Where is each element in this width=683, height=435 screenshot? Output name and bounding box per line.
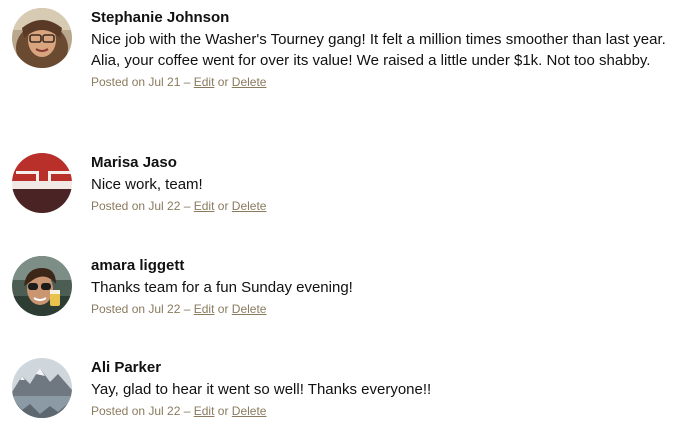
avatar[interactable] — [12, 153, 72, 213]
edit-link[interactable]: Edit — [194, 404, 215, 418]
or-separator: or — [217, 302, 229, 316]
delete-link[interactable]: Delete — [232, 404, 267, 418]
comment-meta: Posted on Jul 21 – Edit or Delete — [91, 74, 669, 90]
or-separator: or — [217, 75, 229, 89]
comment-body: Ali Parker Yay, glad to hear it went so … — [91, 358, 669, 419]
comment-text: Nice job with the Washer's Tourney gang!… — [91, 31, 666, 69]
comment-meta: Posted on Jul 22 – Edit or Delete — [91, 301, 669, 317]
comment-feed: Stephanie Johnson Nice job with the Wash… — [0, 0, 683, 435]
edit-link[interactable]: Edit — [194, 302, 215, 316]
avatar-photo — [12, 8, 72, 68]
avatar[interactable] — [12, 8, 72, 68]
avatar[interactable] — [12, 358, 72, 418]
comment-meta: Posted on Jul 22 – Edit or Delete — [91, 403, 669, 419]
comment-body: Marisa Jaso Nice work, team! Posted on J… — [91, 153, 669, 214]
posted-date: Posted on Jul 22 – — [91, 199, 191, 213]
comment-body: amara liggett Thanks team for a fun Sund… — [91, 256, 669, 317]
comment-body: Stephanie Johnson Nice job with the Wash… — [91, 8, 669, 90]
posted-date: Posted on Jul 21 – — [91, 75, 191, 89]
comment-meta: Posted on Jul 22 – Edit or Delete — [91, 198, 669, 214]
delete-link[interactable]: Delete — [232, 302, 267, 316]
delete-link[interactable]: Delete — [232, 199, 267, 213]
edit-link[interactable]: Edit — [194, 199, 215, 213]
edit-link[interactable]: Edit — [194, 75, 215, 89]
posted-date: Posted on Jul 22 – — [91, 302, 191, 316]
avatar-photo — [12, 256, 72, 316]
avatar[interactable] — [12, 256, 72, 316]
posted-date: Posted on Jul 22 – — [91, 404, 191, 418]
comment-text: Nice work, team! — [91, 176, 203, 193]
comment-text: Thanks team for a fun Sunday evening! — [91, 279, 353, 296]
or-separator: or — [217, 199, 229, 213]
or-separator: or — [217, 404, 229, 418]
comment-author[interactable]: Stephanie Johnson — [91, 8, 669, 28]
comment-text: Yay, glad to hear it went so well! Thank… — [91, 381, 432, 398]
comment-author[interactable]: Marisa Jaso — [91, 153, 669, 173]
avatar-photo — [12, 358, 72, 418]
avatar-photo — [12, 153, 72, 213]
comment-author[interactable]: amara liggett — [91, 256, 669, 276]
delete-link[interactable]: Delete — [232, 75, 267, 89]
comment-author[interactable]: Ali Parker — [91, 358, 669, 378]
